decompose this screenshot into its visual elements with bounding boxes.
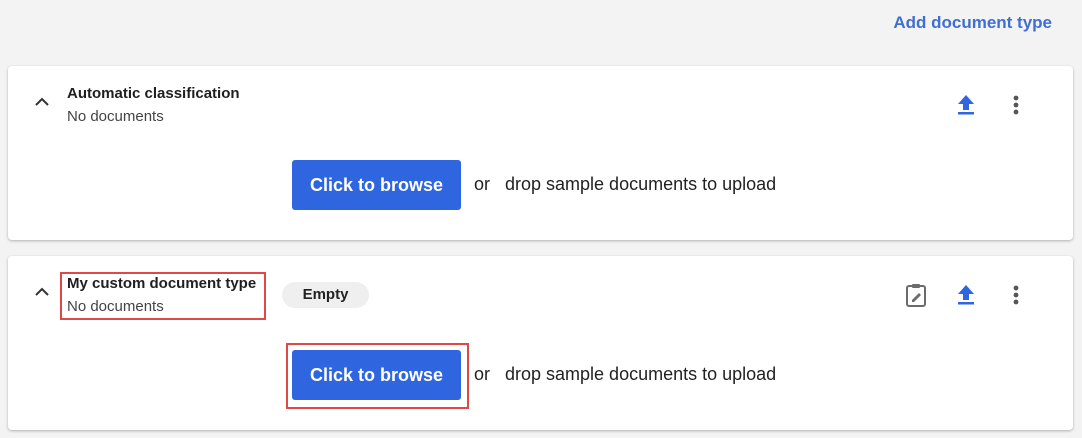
status-badge: Empty [282,282,369,308]
add-document-type-link[interactable]: Add document type [893,13,1052,33]
document-type-card-automatic: Automatic classification No documents Cl… [8,66,1073,240]
highlight-box [60,272,266,320]
or-label: or [474,364,491,384]
card-title: Automatic classification [67,85,240,102]
document-type-card-custom: My custom document type No documents Emp… [8,256,1073,430]
drop-zone-label[interactable]: drop sample documents to upload [505,174,776,195]
edit-clipboard-icon[interactable] [902,281,930,309]
upload-icon[interactable] [952,91,980,119]
chevron-up-icon[interactable] [32,282,52,302]
or-label: or [474,174,491,194]
click-to-browse-button[interactable]: Click to browse [292,350,461,400]
more-vertical-icon[interactable] [1002,91,1030,119]
card-title-block: Automatic classification No documents [67,85,240,127]
click-to-browse-button[interactable]: Click to browse [292,160,461,210]
card-subtitle: No documents [67,108,164,125]
chevron-up-icon[interactable] [32,92,52,112]
top-bar: Add document type [0,0,1082,52]
upload-icon[interactable] [952,281,980,309]
more-vertical-icon[interactable] [1002,281,1030,309]
drop-zone-label[interactable]: drop sample documents to upload [505,364,776,385]
